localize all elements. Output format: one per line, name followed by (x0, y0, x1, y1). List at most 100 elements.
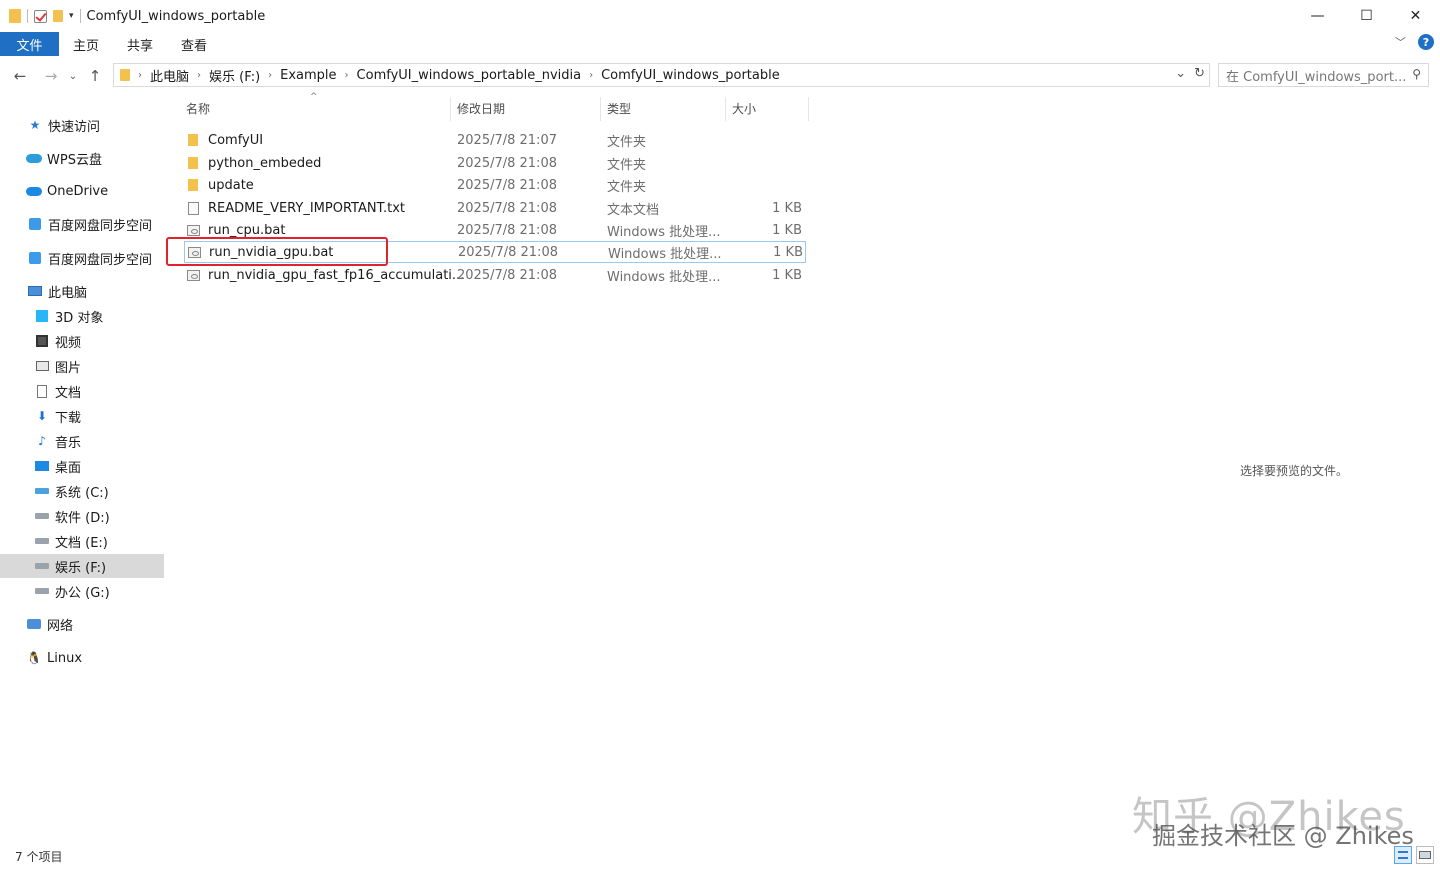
sidebar-item-wps-cloud[interactable]: WPS云盘 (0, 146, 164, 170)
file-name: run_nvidia_gpu_fast_fp16_accumulati... (208, 267, 465, 283)
sidebar-item-drive-e[interactable]: 文档 (E:) (0, 529, 164, 553)
large-icons-view-icon (1419, 851, 1431, 859)
file-type: 文件夹 (607, 179, 647, 195)
chevron-right-icon[interactable]: › (589, 70, 593, 81)
sidebar-item-drive-g[interactable]: 办公 (G:) (0, 579, 164, 603)
watermark-juejin: 掘金技术社区 @ Zhikes (1152, 822, 1414, 850)
file-type: Windows 批处理... (607, 269, 721, 285)
drive-icon (34, 509, 50, 523)
sidebar-item-label: 视频 (55, 335, 82, 351)
folder-icon (186, 179, 200, 191)
sidebar-item-music[interactable]: ♪ 音乐 (0, 429, 164, 453)
column-header-name[interactable]: 名称 (186, 100, 210, 117)
sidebar-item-label: 文档 (55, 385, 82, 401)
up-arrow-icon[interactable]: ↑ (84, 67, 106, 85)
sidebar-item-3d-objects[interactable]: 3D 对象 (0, 304, 164, 328)
sidebar-item-downloads[interactable]: ⬇ 下载 (0, 404, 164, 428)
sidebar-item-label: 文档 (E:) (55, 535, 108, 551)
tab-file[interactable]: 文件 (0, 32, 59, 56)
sort-ascending-icon: ^ (310, 92, 318, 102)
chevron-right-icon[interactable]: › (268, 70, 272, 81)
forward-arrow-icon[interactable]: → (40, 67, 62, 85)
sidebar-item-label: 桌面 (55, 460, 82, 476)
properties-icon[interactable] (34, 9, 47, 23)
file-date: 2025/7/8 21:08 (457, 177, 557, 193)
baidu-netdisk-icon (27, 217, 43, 231)
breadcrumb-nvidia[interactable]: ComfyUI_windows_portable_nvidia (357, 68, 582, 83)
maximize-button[interactable]: ☐ (1342, 0, 1391, 32)
sidebar-item-this-pc[interactable]: 此电脑 (0, 279, 164, 303)
customize-toolbar-icon[interactable]: ▾ (69, 11, 74, 21)
file-type: 文本文档 (607, 202, 660, 218)
sidebar-item-drive-f[interactable]: 娱乐 (F:) (0, 554, 164, 578)
sidebar-item-drive-c[interactable]: 系统 (C:) (0, 479, 164, 503)
sidebar-item-linux[interactable]: 🐧 Linux (0, 646, 164, 670)
tab-view[interactable]: 查看 (167, 32, 221, 56)
recent-locations-icon[interactable]: ⌄ (62, 71, 84, 82)
file-date: 2025/7/8 21:08 (457, 267, 557, 283)
sidebar-item-pictures[interactable]: 图片 (0, 354, 164, 378)
file-date: 2025/7/8 21:08 (458, 244, 558, 260)
file-row[interactable]: ComfyUI 2025/7/8 21:07 文件夹 (184, 129, 806, 151)
search-input[interactable]: 在 ComfyUI_windows_port... ⚲ (1218, 63, 1429, 87)
details-view-icon (1398, 851, 1408, 859)
address-bar[interactable]: › 此电脑 › 娱乐 (F:) › Example › ComfyUI_wind… (113, 63, 1210, 87)
annotation-highlight-box (166, 237, 388, 266)
search-icon[interactable]: ⚲ (1412, 67, 1421, 81)
expand-ribbon-icon[interactable]: ﹀ (1395, 34, 1406, 50)
column-divider[interactable] (600, 97, 601, 121)
sidebar-item-documents[interactable]: 文档 (0, 379, 164, 403)
chevron-down-icon[interactable]: ⌄ (1175, 66, 1186, 81)
help-icon[interactable]: ? (1418, 34, 1434, 50)
file-type: Windows 批处理... (608, 246, 722, 262)
file-date: 2025/7/8 21:07 (457, 132, 557, 148)
file-name: ComfyUI (208, 132, 264, 148)
sidebar-item-desktop[interactable]: 桌面 (0, 454, 164, 478)
3d-objects-icon (34, 309, 50, 323)
column-divider[interactable] (725, 97, 726, 121)
file-row[interactable]: README_VERY_IMPORTANT.txt 2025/7/8 21:08… (184, 197, 806, 219)
system-drive-icon (34, 484, 50, 498)
sidebar-item-network[interactable]: 网络 (0, 612, 164, 636)
file-date: 2025/7/8 21:08 (457, 222, 557, 238)
new-folder-icon[interactable] (53, 10, 63, 22)
file-row[interactable]: update 2025/7/8 21:08 文件夹 (184, 174, 806, 196)
sidebar-item-onedrive[interactable]: OneDrive (0, 179, 164, 203)
column-header-type[interactable]: 类型 (607, 100, 631, 117)
desktop-icon (34, 459, 50, 473)
file-row[interactable]: python_embeded 2025/7/8 21:08 文件夹 (184, 152, 806, 174)
breadcrumb-example[interactable]: Example (280, 68, 336, 83)
text-file-icon (186, 201, 200, 215)
minimize-button[interactable]: — (1293, 0, 1342, 32)
sidebar-item-label: 软件 (D:) (55, 510, 110, 526)
column-header-date[interactable]: 修改日期 (457, 100, 505, 117)
sidebar-item-quick-access[interactable]: ★ 快速访问 (0, 113, 164, 137)
ribbon-right: ﹀ ? (1395, 34, 1434, 50)
sidebar-item-baidu-netdisk[interactable]: 百度网盘同步空间 (0, 212, 164, 236)
chevron-right-icon[interactable]: › (197, 70, 201, 81)
breadcrumb-current[interactable]: ComfyUI_windows_portable (601, 68, 780, 83)
chevron-right-icon[interactable]: › (138, 70, 142, 81)
chevron-right-icon[interactable]: › (345, 70, 349, 81)
sidebar-item-label: 图片 (55, 360, 82, 376)
sidebar-item-videos[interactable]: 视频 (0, 329, 164, 353)
sidebar-item-label: 快速访问 (48, 119, 101, 135)
column-divider[interactable] (450, 97, 451, 121)
breadcrumb-this-pc[interactable]: 此电脑 (150, 66, 189, 85)
sidebar-item-drive-d[interactable]: 软件 (D:) (0, 504, 164, 528)
file-row[interactable]: run_nvidia_gpu_fast_fp16_accumulati... 2… (184, 264, 806, 286)
address-row: ← → ⌄ ↑ › 此电脑 › 娱乐 (F:) › Example › Comf… (0, 60, 1440, 92)
music-icon: ♪ (38, 434, 46, 448)
column-divider[interactable] (808, 97, 809, 121)
file-name: update (208, 177, 254, 193)
back-arrow-icon[interactable]: ← (9, 67, 31, 85)
breadcrumb-drive-f[interactable]: 娱乐 (F:) (209, 66, 260, 85)
tab-share[interactable]: 共享 (113, 32, 167, 56)
close-button[interactable]: ✕ (1391, 0, 1440, 32)
tab-home[interactable]: 主页 (59, 32, 113, 56)
large-icons-view-button[interactable] (1416, 846, 1434, 864)
column-header-size[interactable]: 大小 (732, 100, 756, 117)
computer-icon (27, 284, 43, 298)
sidebar-item-baidu-netdisk-2[interactable]: 百度网盘同步空间 (0, 246, 164, 270)
refresh-icon[interactable]: ↻ (1194, 66, 1205, 81)
